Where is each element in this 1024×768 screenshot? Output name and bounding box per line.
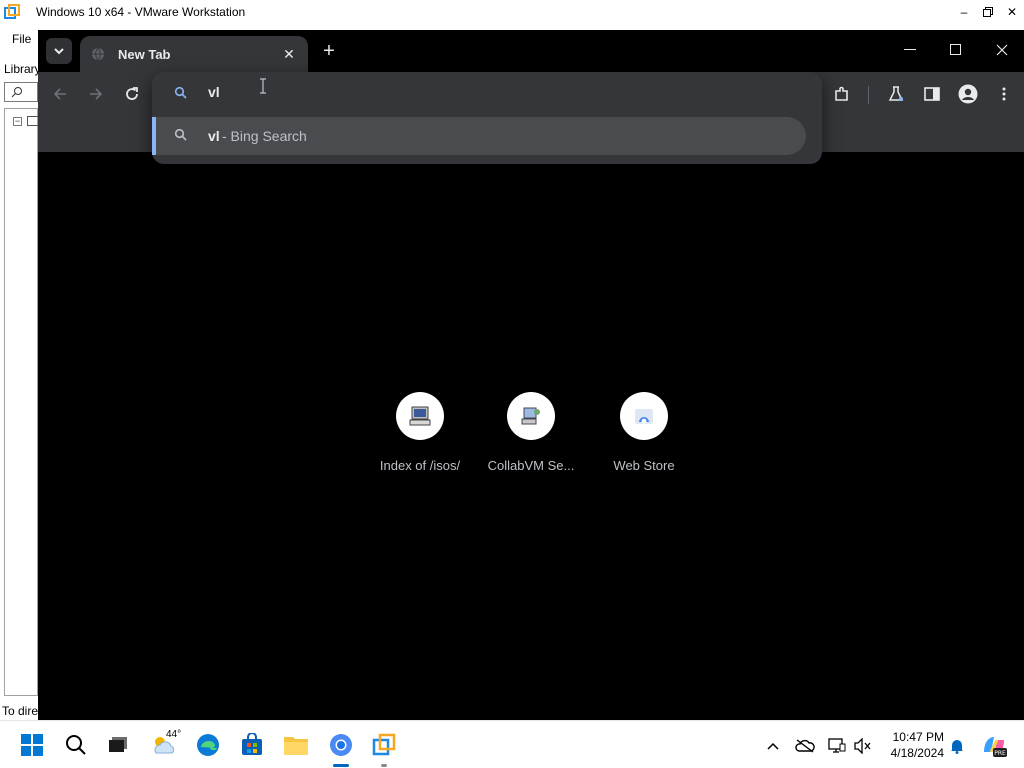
tree-collapse-icon[interactable]: − [13, 117, 22, 126]
task-view-icon [109, 737, 127, 752]
speaker-muted-icon [854, 738, 871, 754]
omnibox-popup: vl vl - Bing Search [152, 72, 822, 164]
shortcut-label: Web Store [613, 458, 675, 473]
back-button[interactable] [46, 80, 74, 108]
tray-volume[interactable] [852, 735, 874, 757]
menu-file[interactable]: File [12, 32, 31, 46]
taskbar-chrome[interactable] [327, 731, 355, 759]
forward-button[interactable] [82, 80, 110, 108]
tray-notifications[interactable] [946, 735, 968, 757]
library-search-input[interactable] [4, 82, 38, 102]
task-view-button[interactable] [104, 731, 132, 759]
shortcut-icon [507, 392, 555, 440]
tab-close-icon[interactable]: ✕ [280, 45, 298, 63]
vmware-restore-button[interactable] [976, 0, 1000, 24]
tab-search-button[interactable] [46, 38, 72, 64]
shortcut-label: CollabVM Se... [487, 458, 575, 473]
taskbar: 44° 10:47 PM 4/18/2024 PRE [0, 720, 1024, 768]
flask-icon [888, 86, 904, 101]
weather-temperature: 44° [166, 729, 182, 740]
network-icon [828, 738, 846, 753]
arrow-right-icon [90, 88, 103, 100]
browser-minimize-button[interactable] [890, 36, 930, 64]
chevron-up-icon [767, 742, 779, 750]
vmware-app-icon [0, 0, 24, 24]
taskbar-search-button[interactable] [62, 731, 90, 759]
library-tree: − [4, 108, 39, 696]
taskbar-store[interactable] [238, 731, 266, 759]
copilot-icon: PRE [984, 737, 1007, 757]
browser-maximize-button[interactable] [936, 36, 976, 64]
search-icon [66, 735, 86, 755]
edge-icon [197, 734, 219, 756]
omnibox-input-row[interactable]: vl [152, 72, 822, 116]
cloud-off-icon [795, 739, 815, 753]
collabvm-icon [521, 407, 540, 425]
side-panel-button[interactable] [918, 80, 946, 108]
profile-button[interactable] [954, 80, 982, 108]
clock-time: 10:47 PM [892, 730, 944, 744]
start-button[interactable] [18, 731, 46, 759]
shortcut-icon [620, 392, 668, 440]
tab-title: New Tab [118, 46, 171, 62]
clock-date: 4/18/2024 [890, 746, 944, 760]
reload-button[interactable] [118, 80, 146, 108]
shortcut-web-store[interactable]: Web Store [589, 392, 699, 482]
browser-menu-button[interactable] [990, 80, 1018, 108]
taskbar-vmware[interactable] [370, 731, 398, 759]
svg-text:PRE: PRE [994, 750, 1006, 757]
suggestion-query: vl [208, 128, 220, 144]
tray-overflow-button[interactable] [762, 735, 784, 757]
avatar-icon [958, 84, 978, 104]
library-label: Library [4, 62, 41, 76]
taskbar-clock[interactable]: 10:47 PM 4/18/2024 [880, 729, 944, 761]
tab-strip: New Tab ✕ + [38, 30, 1024, 72]
computer-icon [409, 406, 431, 426]
folder-icon [284, 737, 308, 755]
extensions-button[interactable] [828, 80, 856, 108]
tab-new-tab[interactable]: New Tab ✕ [80, 36, 308, 72]
vmware-minimize-button[interactable]: – [952, 0, 976, 24]
vmware-window-title: Windows 10 x64 - VMware Workstation [36, 5, 246, 19]
shortcut-label: Index of /isos/ [379, 458, 461, 473]
omnibox-input[interactable]: vl [208, 84, 220, 100]
globe-icon [90, 46, 106, 62]
active-app-indicator [333, 764, 349, 767]
taskbar-edge[interactable] [194, 731, 222, 759]
search-icon [11, 87, 22, 98]
arrow-left-icon [53, 88, 66, 100]
tray-network[interactable] [826, 735, 848, 757]
vmware-titlebar: Windows 10 x64 - VMware Workstation – ✕ [0, 0, 1024, 24]
suggestion-provider: - Bing Search [222, 128, 307, 144]
browser-close-button[interactable] [982, 36, 1022, 64]
side-panel-icon [924, 87, 940, 101]
search-icon [174, 128, 187, 141]
text-cursor-icon [260, 78, 266, 94]
toolbar-divider [868, 86, 869, 104]
vmware-status-text: To dire [2, 704, 39, 718]
tray-copilot[interactable]: PRE [980, 732, 1008, 760]
vmware-close-button[interactable]: ✕ [1000, 0, 1024, 24]
tray-onedrive[interactable] [794, 735, 816, 757]
chevron-down-icon [54, 48, 64, 55]
windows-logo-icon [21, 734, 43, 756]
reload-icon [126, 87, 138, 100]
taskbar-file-explorer[interactable] [282, 731, 310, 759]
chromium-icon [330, 734, 352, 756]
more-vert-icon [1002, 87, 1006, 101]
running-app-indicator [381, 764, 387, 767]
shortcut-collabvm[interactable]: CollabVM Se... [476, 392, 586, 482]
omnibox-suggestion[interactable]: vl - Bing Search [152, 117, 806, 155]
vmware-menubar: File [0, 30, 38, 50]
vmware-icon [372, 733, 396, 756]
store-icon [242, 733, 262, 755]
shortcut-index-isos[interactable]: Index of /isos/ [365, 392, 475, 482]
shortcut-icon [396, 392, 444, 440]
labs-button[interactable] [882, 80, 910, 108]
search-icon [174, 86, 187, 99]
web-store-icon [635, 409, 653, 424]
puzzle-icon [835, 86, 848, 101]
new-tab-button[interactable]: + [318, 40, 340, 62]
bell-icon [951, 740, 963, 754]
